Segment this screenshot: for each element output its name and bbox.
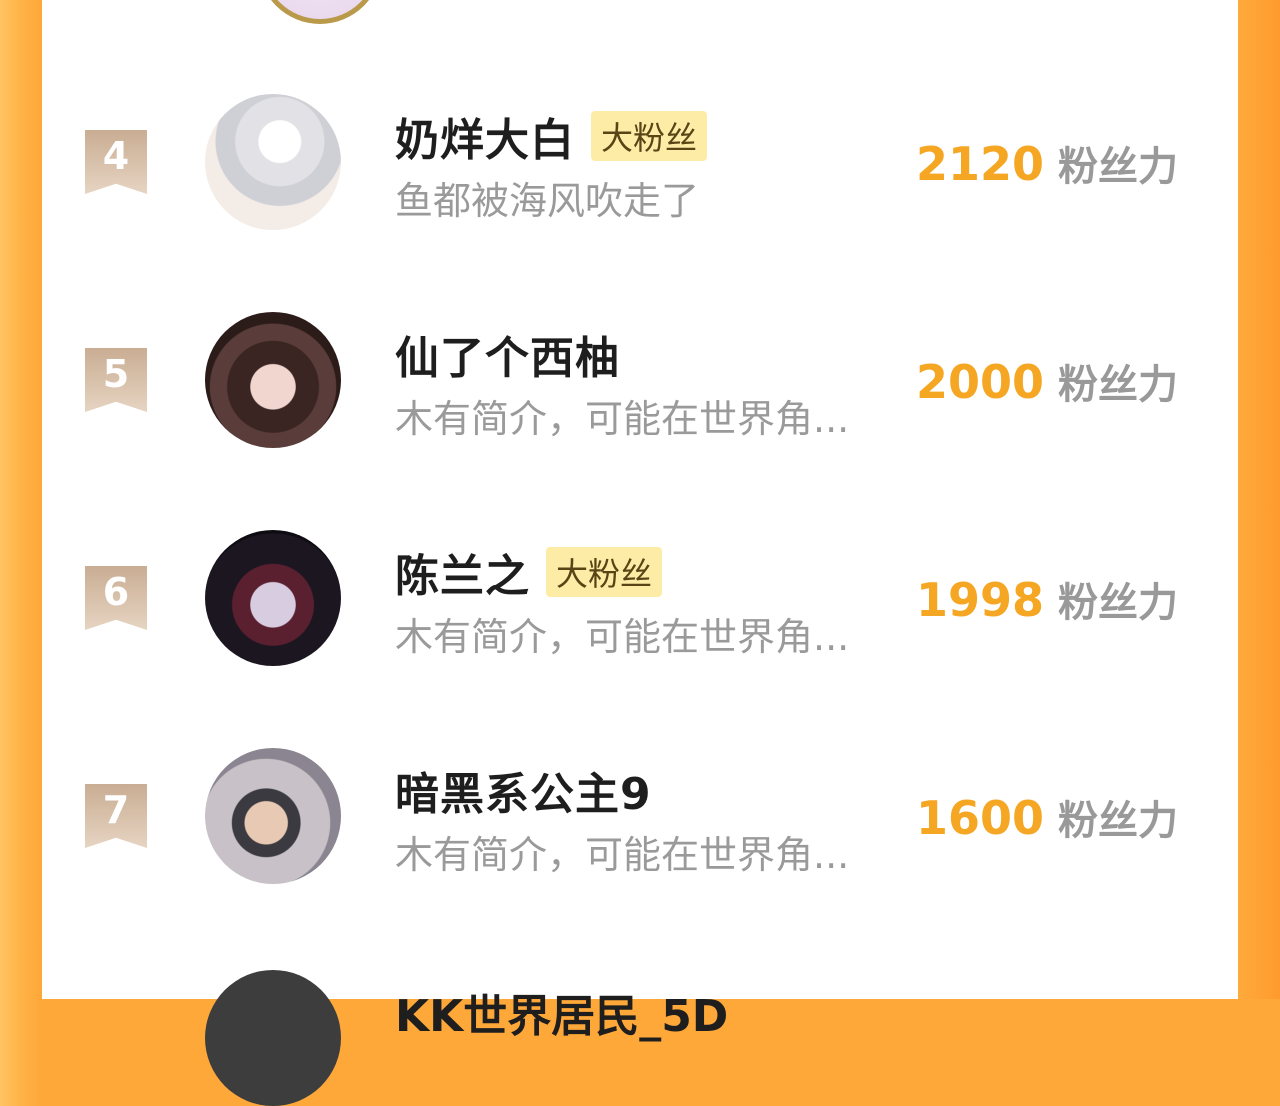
fan-power-score: 1600 粉丝力 <box>916 788 1178 846</box>
right-border <box>1238 0 1280 999</box>
score-value: 2120 <box>916 137 1045 191</box>
score-unit: 粉丝力 <box>1058 580 1179 626</box>
user-name[interactable]: KK世界居民_5D <box>395 980 728 1044</box>
big-fan-badge: 大粉丝 <box>546 547 663 597</box>
user-bio: 鱼都被海风吹走了 <box>395 179 700 223</box>
avatar[interactable] <box>205 530 341 666</box>
rank-number: 4 <box>102 134 130 178</box>
user-name[interactable]: 仙了个西柚 <box>395 322 620 386</box>
ranking-row[interactable]: 6 陈兰之 大粉丝 木有简介，可能在世界角... 1998 粉丝力 <box>42 518 1238 678</box>
ranking-row[interactable]: 5 仙了个西柚 木有简介，可能在世界角... 2000 粉丝力 <box>42 300 1238 460</box>
user-bio: 木有简介，可能在世界角... <box>395 397 850 441</box>
name-line: 暗黑系公主9 <box>395 758 652 822</box>
avatar[interactable] <box>205 748 341 884</box>
previous-user-avatar[interactable] <box>258 0 382 24</box>
rank-badge: 4 <box>85 130 147 194</box>
fan-power-score: 2000 粉丝力 <box>916 352 1178 410</box>
name-line: 仙了个西柚 <box>395 322 620 386</box>
avatar[interactable] <box>205 94 341 230</box>
ranking-row[interactable]: 7 暗黑系公主9 木有简介，可能在世界角... 1600 粉丝力 <box>42 736 1238 896</box>
user-name[interactable]: 暗黑系公主9 <box>395 758 652 822</box>
fan-power-score: 1998 粉丝力 <box>916 570 1178 628</box>
user-name[interactable]: 陈兰之 <box>395 540 530 604</box>
user-name[interactable]: 奶烊大白 <box>395 104 575 168</box>
big-fan-badge: 大粉丝 <box>591 111 708 161</box>
user-bio: 木有简介，可能在世界角... <box>395 615 850 659</box>
ranking-row[interactable]: 4 奶烊大白 大粉丝 鱼都被海风吹走了 2120 粉丝力 <box>42 82 1238 242</box>
avatar[interactable] <box>205 970 341 1106</box>
rank-badge: 7 <box>85 784 147 848</box>
rank-badge: 5 <box>85 348 147 412</box>
rank-number: 7 <box>102 788 130 832</box>
score-unit: 粉丝力 <box>1058 144 1179 190</box>
rank-number: 6 <box>102 570 130 614</box>
name-line: 奶烊大白 大粉丝 <box>395 104 708 168</box>
score-value: 2000 <box>916 355 1045 409</box>
rank-badge: 6 <box>85 566 147 630</box>
avatar[interactable] <box>205 312 341 448</box>
score-unit: 粉丝力 <box>1058 362 1179 408</box>
score-unit: 粉丝力 <box>1058 798 1179 844</box>
fan-ranking-panel: 4 奶烊大白 大粉丝 鱼都被海风吹走了 2120 粉丝力 5 仙了个西柚 木有简… <box>42 0 1238 1106</box>
name-line: 陈兰之 大粉丝 <box>395 540 663 604</box>
user-bio: 木有简介，可能在世界角... <box>395 833 850 877</box>
fan-power-score: 2120 粉丝力 <box>916 134 1178 192</box>
score-value: 1998 <box>916 573 1045 627</box>
score-value: 1600 <box>916 791 1045 845</box>
rank-number: 5 <box>102 352 130 396</box>
